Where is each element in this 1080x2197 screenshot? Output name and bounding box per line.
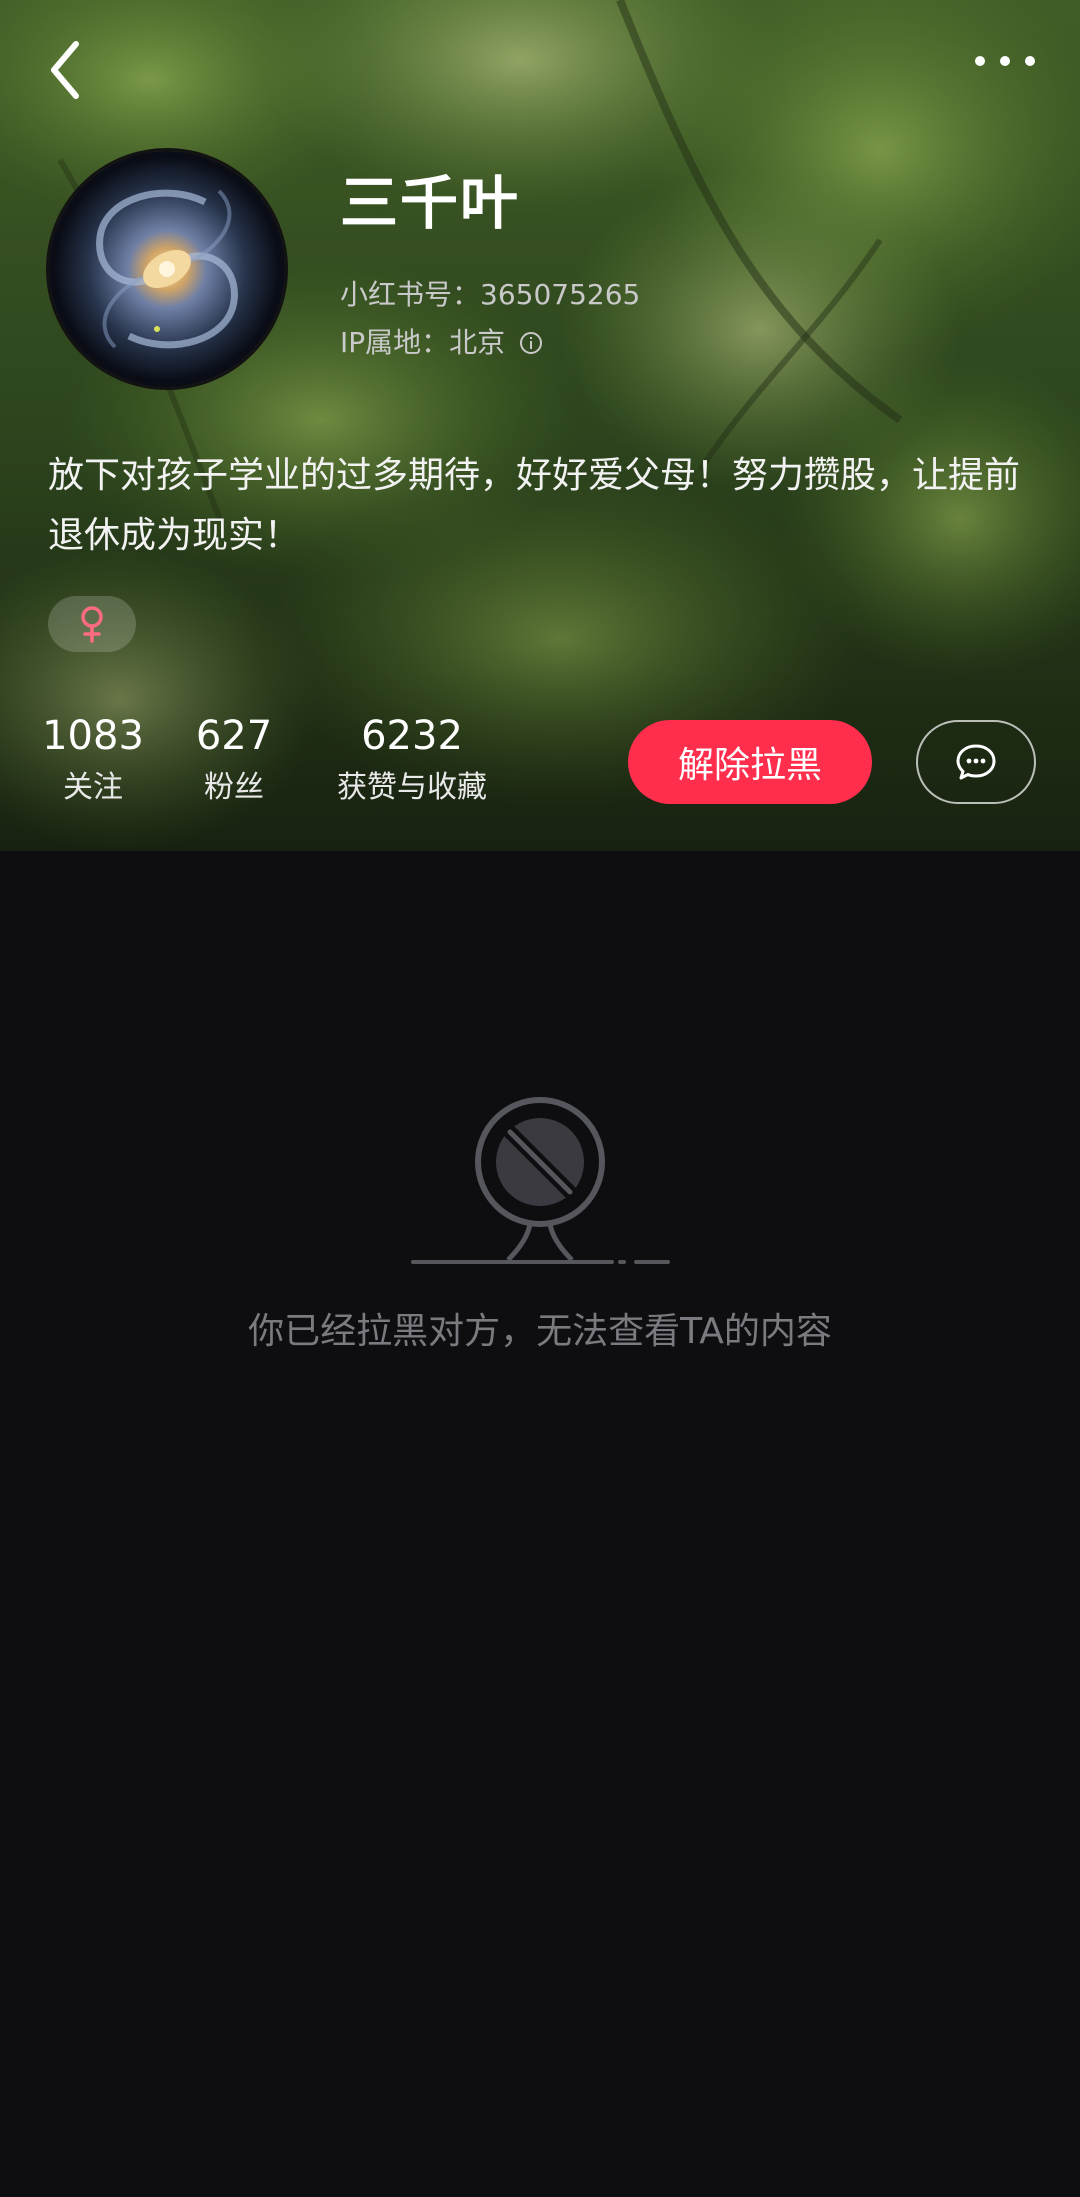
message-button[interactable] bbox=[916, 720, 1036, 804]
chevron-left-icon bbox=[51, 41, 79, 99]
blocked-illustration bbox=[410, 1096, 670, 1268]
unblock-button[interactable]: 解除拉黑 bbox=[628, 720, 872, 804]
galaxy-avatar-image bbox=[49, 151, 285, 387]
stat-followers[interactable]: 627 粉丝 bbox=[184, 712, 284, 808]
stat-followers-value: 627 bbox=[195, 713, 273, 759]
ip-location-text: IP属地：北京 bbox=[340, 326, 506, 359]
female-icon bbox=[81, 606, 103, 643]
more-button[interactable] bbox=[960, 36, 1050, 86]
blocked-message: 你已经拉黑对方，无法查看TA的内容 bbox=[248, 1311, 832, 1352]
avatar[interactable] bbox=[46, 148, 288, 390]
chat-bubble-icon bbox=[956, 744, 996, 780]
user-id-text: 小红书号：365075265 bbox=[340, 278, 641, 311]
profile-header: 三千叶 小红书号：365075265 IP属地：北京 放下对孩子学业的过多期待，… bbox=[0, 0, 1080, 851]
stat-following-value: 1083 bbox=[42, 713, 144, 759]
back-button[interactable] bbox=[36, 30, 100, 110]
profile-bio: 放下对孩子学业的过多期待，好好爱父母！努力攒股，让提前退休成为现实！ bbox=[48, 455, 1021, 556]
stat-followers-label: 粉丝 bbox=[204, 770, 264, 805]
header-background-image bbox=[0, 0, 1080, 851]
ip-location: IP属地：北京 bbox=[340, 329, 543, 357]
stat-likes[interactable]: 6232 获赞与收藏 bbox=[322, 712, 502, 808]
stat-likes-label: 获赞与收藏 bbox=[337, 770, 487, 805]
blocked-icon bbox=[411, 1097, 670, 1264]
gender-badge bbox=[48, 596, 136, 652]
profile-name: 三千叶 bbox=[340, 169, 521, 237]
stat-following-label: 关注 bbox=[63, 770, 123, 805]
stat-likes-value: 6232 bbox=[361, 713, 463, 759]
info-icon[interactable] bbox=[519, 331, 543, 355]
stat-following[interactable]: 1083 关注 bbox=[40, 712, 146, 808]
more-dots-icon bbox=[975, 56, 1035, 66]
